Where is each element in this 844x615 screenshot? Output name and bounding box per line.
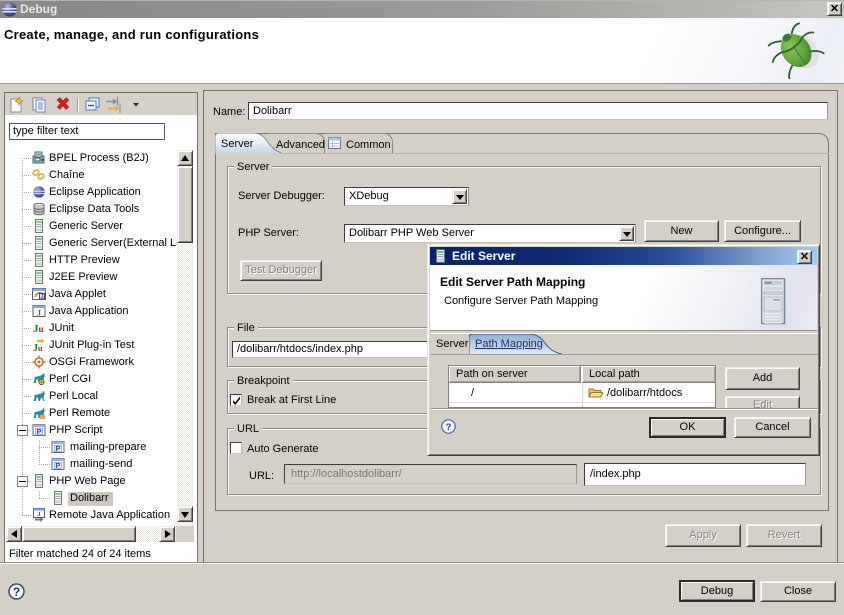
svg-text:?: ? [446, 422, 452, 433]
svg-text:?: ? [13, 585, 20, 599]
